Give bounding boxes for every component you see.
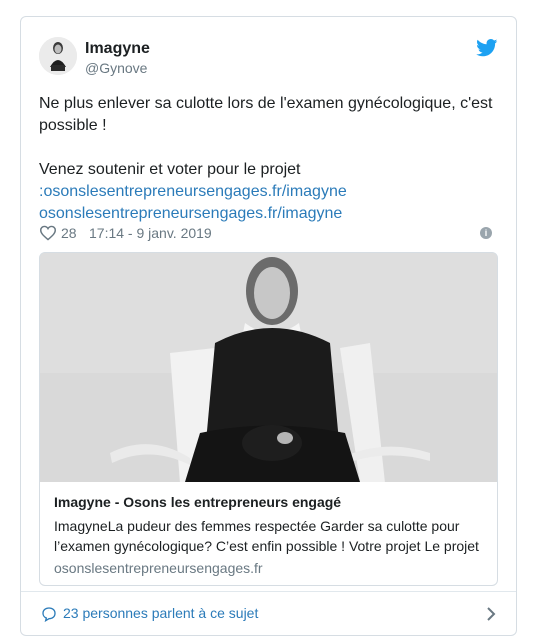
timestamp[interactable]: 17:14 - 9 janv. 2019 (89, 225, 212, 241)
user-name[interactable]: Imagyne (85, 39, 150, 59)
link-preview-card[interactable]: Imagyne - Osons les entrepreneurs engagé… (39, 252, 498, 586)
preview-domain[interactable]: osonslesentrepreneursengages.fr (54, 558, 485, 578)
conversation-label[interactable]: 23 personnes parlent à ce sujet (63, 605, 258, 621)
tweet-meta: 28 17:14 - 9 janv. 2019 i (39, 224, 496, 244)
preview-text: Imagyne - Osons les entrepreneurs engagé… (54, 492, 485, 578)
tweet-link-2[interactable]: osonslesentrepreneursengages.fr/imagyne (39, 203, 496, 225)
conversation-footer[interactable]: 23 personnes parlent à ce sujet (21, 591, 516, 635)
like-count[interactable]: 28 (61, 225, 77, 241)
preview-description: ImagyneLa pudeur des femmes respectée Ga… (54, 518, 479, 554)
twitter-bird-icon[interactable] (476, 39, 498, 57)
heart-icon[interactable] (39, 225, 57, 241)
info-icon[interactable]: i (480, 227, 492, 239)
chevron-right-icon[interactable] (486, 606, 496, 622)
tweet-line-2: Venez soutenir et voter pour le projet (39, 161, 301, 178)
tweet-header: Imagyne @Gynove (39, 37, 498, 77)
tweet-card: Imagyne @Gynove Ne plus enlever sa culot… (20, 16, 517, 636)
user-handle[interactable]: @Gynove (85, 59, 150, 77)
comment-bubble-icon (42, 607, 56, 622)
author-block[interactable]: Imagyne @Gynove (85, 39, 150, 77)
tweet-text: Ne plus enlever sa culotte lors de l'exa… (39, 93, 496, 225)
avatar[interactable] (39, 37, 77, 75)
preview-title[interactable]: Imagyne - Osons les entrepreneurs engagé (54, 492, 485, 512)
preview-photo (40, 253, 497, 482)
tweet-line-1: Ne plus enlever sa culotte lors de l'exa… (39, 95, 493, 134)
tweet-link-1[interactable]: :osonslesentrepreneursengages.fr/imagyne (39, 181, 496, 203)
